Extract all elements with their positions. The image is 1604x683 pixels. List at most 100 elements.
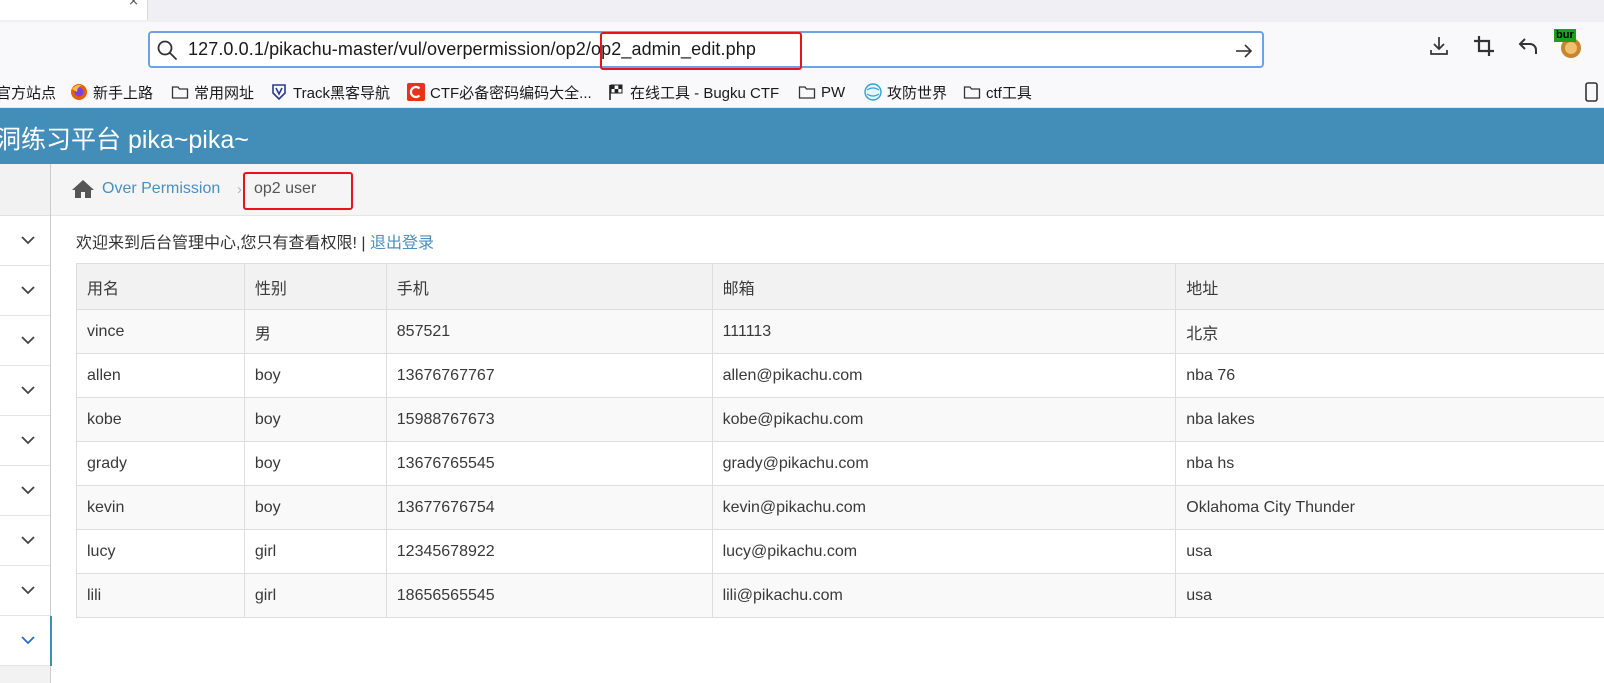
cell-address: usa [1175,573,1604,618]
table-row: grady boy 13676765545 grady@pikachu.com … [76,441,1604,486]
chevron-down-icon [21,636,35,645]
cell-email: 111113 [711,309,1177,354]
crop-icon[interactable] [1472,34,1496,58]
breadcrumb-separator: › [237,181,242,198]
cell-gender: 男 [243,309,387,354]
sidebar-menu-item[interactable] [0,316,50,366]
cell-address: nba 76 [1175,353,1604,398]
table-header-row: 用名 性别 手机 邮箱 地址 [76,263,1604,310]
cell-phone: 15988767673 [385,397,713,442]
folder-icon [171,86,189,99]
bookmark-ctf-encoding[interactable]: CTF必备密码编码大全... [407,82,592,102]
table-row: allen boy 13676767767 allen@pikachu.com … [76,353,1604,398]
folder-icon [798,86,816,99]
url-prefix: 127.0.0.1/pikachu-master/vul/overpermiss… [188,39,592,59]
chevron-down-icon [21,486,35,495]
column-header-address: 地址 [1175,263,1604,310]
chevron-down-icon [21,436,35,445]
app-brand-title[interactable]: 洞练习平台 pika~pika~ [0,120,249,156]
folder-icon [963,86,981,99]
cell-phone: 13677676754 [385,485,713,530]
search-icon [157,40,177,60]
cell-email: lili@pikachu.com [711,573,1177,618]
app-header: 洞练习平台 pika~pika~ [0,108,1604,164]
bookmark-getting-started[interactable]: 新手上路 [70,82,153,102]
sidebar-menu-item[interactable] [0,466,50,516]
chevron-down-icon [21,386,35,395]
breadcrumb-link-over-permission[interactable]: Over Permission [102,180,220,198]
sidebar-menu-item[interactable] [0,566,50,616]
bookmark-pw[interactable]: PW [798,82,845,102]
cell-username: allen [76,353,245,398]
cell-username: lucy [76,529,245,574]
cell-username: lili [76,573,245,618]
tab-strip: × [0,0,1604,22]
bookmark-common-sites[interactable]: 常用网址 [171,82,254,102]
welcome-message: 欢迎来到后台管理中心,您只有查看权限! | 退出登录 [76,229,434,253]
bookmark-ctf-tools[interactable]: ctf工具 [963,82,1032,102]
tab-close-icon[interactable]: × [128,0,139,9]
browser-navbar: 127.0.0.1/pikachu-master/vul/overpermiss… [0,22,1604,74]
table-row: kevin boy 13677676754 kevin@pikachu.com … [76,485,1604,530]
sidebar-menu-item-active[interactable] [0,616,52,666]
cell-gender: boy [243,353,387,398]
extension-badge: bur [1554,29,1576,42]
c-logo-icon [407,83,425,101]
chevron-down-icon [21,536,35,545]
cell-address: usa [1175,529,1604,574]
sidebar-menu-item[interactable] [0,266,50,316]
cell-phone: 13676767767 [385,353,713,398]
cell-gender: boy [243,485,387,530]
bookmark-adworld[interactable]: 攻防世界 [864,82,947,102]
download-icon[interactable] [1427,34,1451,58]
table-row: lucy girl 12345678922 lucy@pikachu.com u… [76,529,1604,574]
cell-email: grady@pikachu.com [711,441,1177,486]
track-icon [272,84,286,101]
chevron-down-icon [21,336,35,345]
mobile-bookmarks-icon[interactable] [1584,82,1600,102]
cell-email: kobe@pikachu.com [711,397,1177,442]
sidebar-menu-item[interactable] [0,366,50,416]
bookmark-label: PW [821,83,846,101]
bookmarks-bar: 官方站点 新手上路 常用网址 Track黑客导航 CTF必备密码编码大全... [0,74,1604,108]
chevron-down-icon [21,586,35,595]
cell-email: kevin@pikachu.com [711,485,1177,530]
table-row: kobe boy 15988767673 kobe@pikachu.com nb… [76,397,1604,442]
cell-gender: boy [243,397,387,442]
column-header-username: 用名 [76,263,245,310]
bookmark-label: 在线工具 - Bugku CTF [630,84,780,102]
cell-gender: boy [243,441,387,486]
cell-gender: girl [243,529,387,574]
home-icon [72,180,94,198]
cell-username: vince [76,309,245,354]
logout-link[interactable]: 退出登录 [370,235,434,252]
burp-extension-icon[interactable]: bur [1554,29,1585,60]
cell-email: lucy@pikachu.com [711,529,1177,574]
bookmark-label: 常用网址 [194,84,255,102]
column-header-email: 邮箱 [711,263,1177,310]
bookmark-bugku[interactable]: 在线工具 - Bugku CTF [607,82,779,102]
sidebar-menu-item[interactable] [0,516,50,566]
bookmark-official[interactable]: 官方站点 [0,82,56,102]
sidebar-shortcuts [0,164,50,216]
go-arrow-icon[interactable] [1234,41,1254,61]
browser-tab[interactable]: × [0,0,148,20]
undo-icon[interactable] [1516,34,1540,58]
chevron-down-icon [21,236,35,245]
cell-username: kobe [76,397,245,442]
sidebar-menu-item[interactable] [0,416,50,466]
cell-email: allen@pikachu.com [711,353,1177,398]
flag-icon [609,84,623,100]
bookmark-label: Track黑客导航 [293,84,390,102]
url-highlight-box [600,32,802,70]
cell-address: Oklahoma City Thunder [1175,485,1604,530]
bookmark-label: CTF必备密码编码大全... [430,84,592,102]
bookmark-track[interactable]: Track黑客导航 [270,82,390,102]
cell-address: nba lakes [1175,397,1604,442]
bookmark-label: 新手上路 [93,84,154,102]
firefox-icon [71,84,87,100]
sidebar-menu-item[interactable] [0,216,50,266]
column-header-phone: 手机 [385,263,713,310]
cell-phone: 18656565545 [385,573,713,618]
column-header-gender: 性别 [243,263,387,310]
